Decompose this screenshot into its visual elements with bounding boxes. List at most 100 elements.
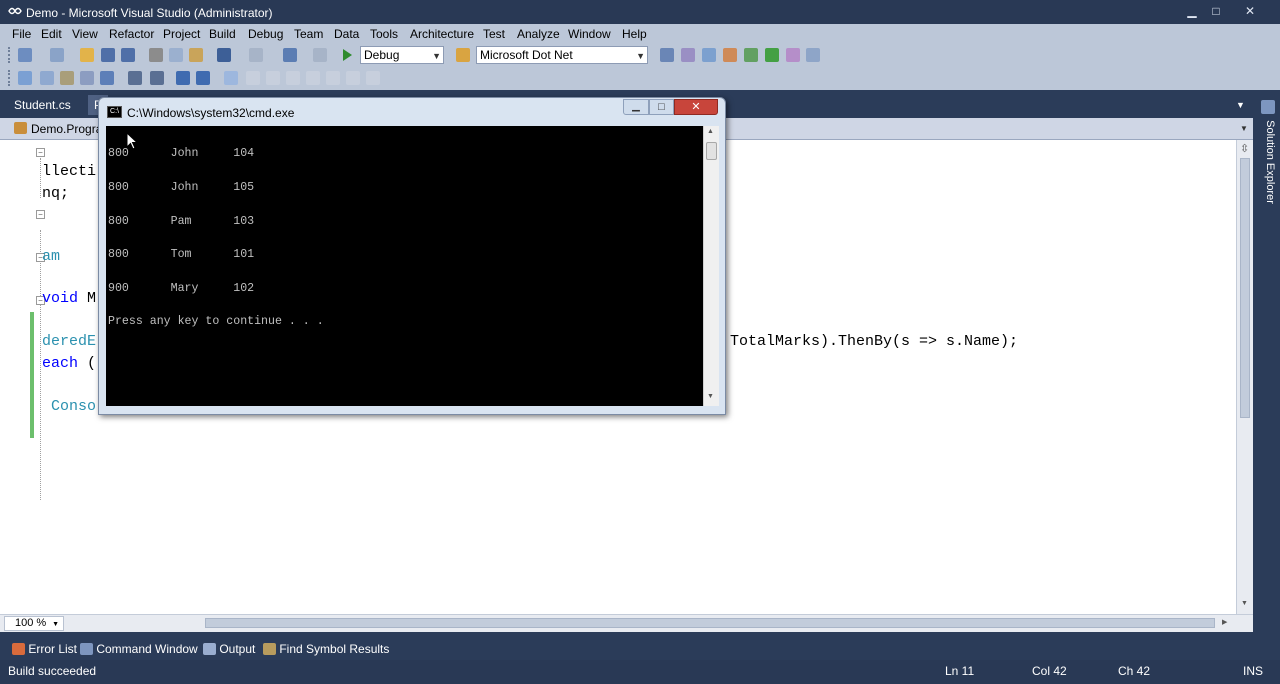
cmd-maximize-button[interactable]: □ (649, 99, 674, 115)
menu-bar: File Edit View Refactor Project Build De… (0, 24, 1280, 44)
error-list-icon (12, 643, 25, 655)
next-bookmark-icon[interactable] (266, 71, 280, 85)
status-insert-mode: INS (1243, 664, 1264, 678)
menu-help[interactable]: Help (620, 26, 649, 42)
scroll-right-icon[interactable]: ▶ (1222, 618, 1227, 626)
close-button[interactable]: ✕ (1240, 4, 1260, 20)
previous-bookmark-folder-icon[interactable] (286, 71, 300, 85)
previous-bookmark-document-icon[interactable] (326, 71, 340, 85)
toolbox-icon[interactable] (723, 48, 737, 62)
other-windows-icon[interactable] (806, 48, 820, 62)
menu-tools[interactable]: Tools (368, 26, 400, 42)
menu-refactor[interactable]: Refactor (107, 26, 156, 42)
members-dropdown-chevron-icon[interactable]: ▼ (1240, 124, 1248, 133)
status-message: Build succeeded (8, 664, 97, 678)
vertical-scrollbar[interactable]: ⇳ ▼ (1236, 140, 1253, 614)
cmd-close-button[interactable]: ✕ (674, 99, 718, 115)
navigate-backward-icon[interactable] (283, 48, 297, 62)
quick-info-icon[interactable] (60, 71, 74, 85)
menu-data[interactable]: Data (332, 26, 361, 42)
split-handle-icon[interactable]: ⇳ (1240, 142, 1249, 155)
toolbar-grip[interactable] (8, 47, 11, 63)
menu-file[interactable]: File (10, 26, 33, 42)
scroll-up-icon[interactable]: ▲ (707, 128, 714, 135)
parameter-info-icon[interactable] (40, 71, 54, 85)
code-line-fragment: TotalMarks).ThenBy(s => s.Name); (730, 333, 1019, 350)
solution-explorer-icon[interactable] (660, 48, 674, 62)
collapse-region-icon[interactable]: − (36, 210, 45, 219)
cmd-minimize-button[interactable]: ▁ (623, 99, 649, 115)
toolbar-grip[interactable] (8, 70, 11, 86)
add-item-icon[interactable] (50, 48, 64, 62)
solution-configuration-dropdown[interactable]: Debug ▼ (360, 46, 444, 64)
output-icon (203, 643, 216, 655)
navigate-forward-icon[interactable] (313, 48, 327, 62)
toggle-completion-icon[interactable] (100, 71, 114, 85)
clear-bookmarks-icon[interactable] (366, 71, 380, 85)
redo-icon[interactable] (249, 48, 263, 62)
console-scrollbar-thumb[interactable] (706, 142, 717, 160)
types-dropdown[interactable]: Demo.Progra (31, 122, 102, 136)
menu-project[interactable]: Project (161, 26, 202, 42)
comment-out-icon[interactable] (176, 71, 190, 85)
menu-debug[interactable]: Debug (246, 26, 285, 42)
menu-edit[interactable]: Edit (39, 26, 64, 42)
menu-build[interactable]: Build (207, 26, 238, 42)
menu-window[interactable]: Window (566, 26, 613, 42)
increase-indent-icon[interactable] (150, 71, 164, 85)
new-project-icon[interactable] (18, 48, 32, 62)
zoom-dropdown[interactable]: 100 % ▼ (4, 616, 64, 631)
menu-analyze[interactable]: Analyze (515, 26, 562, 42)
solution-explorer-icon (1261, 100, 1275, 114)
undo-icon[interactable] (217, 48, 231, 62)
save-icon[interactable] (101, 48, 115, 62)
next-bookmark-folder-icon[interactable] (306, 71, 320, 85)
copy-icon[interactable] (169, 48, 183, 62)
complete-word-icon[interactable] (80, 71, 94, 85)
tab-error-list[interactable]: Error List (12, 641, 77, 657)
team-explorer-icon[interactable] (786, 48, 800, 62)
scroll-down-icon[interactable]: ▼ (707, 393, 714, 400)
extension-manager-icon[interactable] (744, 48, 758, 62)
save-all-icon[interactable] (121, 48, 135, 62)
console-output-area[interactable]: 800 John 104 800 John 105 800 Pam 103 80… (106, 126, 703, 406)
tab-output[interactable]: Output (203, 641, 255, 657)
find-combo[interactable]: Microsoft Dot Net ▼ (476, 46, 648, 64)
solution-explorer-side-panel: Solution Explorer (1256, 90, 1280, 634)
display-object-member-list-icon[interactable] (18, 71, 32, 85)
tab-command-window[interactable]: Command Window (80, 641, 198, 657)
tab-list-dropdown-icon[interactable]: ▼ (1236, 100, 1245, 110)
scrollbar-thumb[interactable] (1240, 158, 1250, 418)
menu-test[interactable]: Test (481, 26, 507, 42)
uncomment-icon[interactable] (196, 71, 210, 85)
maximize-button[interactable]: □ (1206, 4, 1226, 20)
horizontal-scrollbar-thumb[interactable] (205, 618, 1215, 628)
scroll-down-icon[interactable]: ▼ (1241, 600, 1248, 607)
console-scrollbar[interactable]: ▲ ▼ (703, 126, 719, 406)
toggle-bookmark-icon[interactable] (224, 71, 238, 85)
decrease-indent-icon[interactable] (128, 71, 142, 85)
find-in-files-icon[interactable] (456, 48, 470, 62)
properties-icon[interactable] (681, 48, 695, 62)
standard-toolbar: Debug ▼ Microsoft Dot Net ▼ (0, 44, 1280, 66)
tab-find-symbol-results[interactable]: Find Symbol Results (263, 641, 389, 657)
start-debugging-icon[interactable] (341, 48, 353, 62)
chevron-down-icon: ▼ (636, 51, 645, 61)
solution-explorer-tab[interactable]: Solution Explorer (1260, 114, 1276, 210)
start-page-icon[interactable] (765, 48, 779, 62)
paste-icon[interactable] (189, 48, 203, 62)
tab-find-symbol-results-label: Find Symbol Results (279, 642, 390, 656)
next-bookmark-document-icon[interactable] (346, 71, 360, 85)
tab-student-cs[interactable]: Student.cs (8, 95, 77, 115)
previous-bookmark-icon[interactable] (246, 71, 260, 85)
menu-team[interactable]: Team (292, 26, 325, 42)
minimize-button[interactable]: ▁ (1182, 4, 1202, 20)
object-browser-icon[interactable] (702, 48, 716, 62)
menu-architecture[interactable]: Architecture (408, 26, 476, 42)
collapse-region-icon[interactable]: − (36, 148, 45, 157)
open-file-icon[interactable] (80, 48, 94, 62)
cut-icon[interactable] (149, 48, 163, 62)
cmd-window[interactable]: C:\ C:\Windows\system32\cmd.exe ▁ □ ✕ 80… (98, 97, 726, 415)
window-title: Demo - Microsoft Visual Studio (Administ… (26, 6, 273, 20)
menu-view[interactable]: View (70, 26, 100, 42)
